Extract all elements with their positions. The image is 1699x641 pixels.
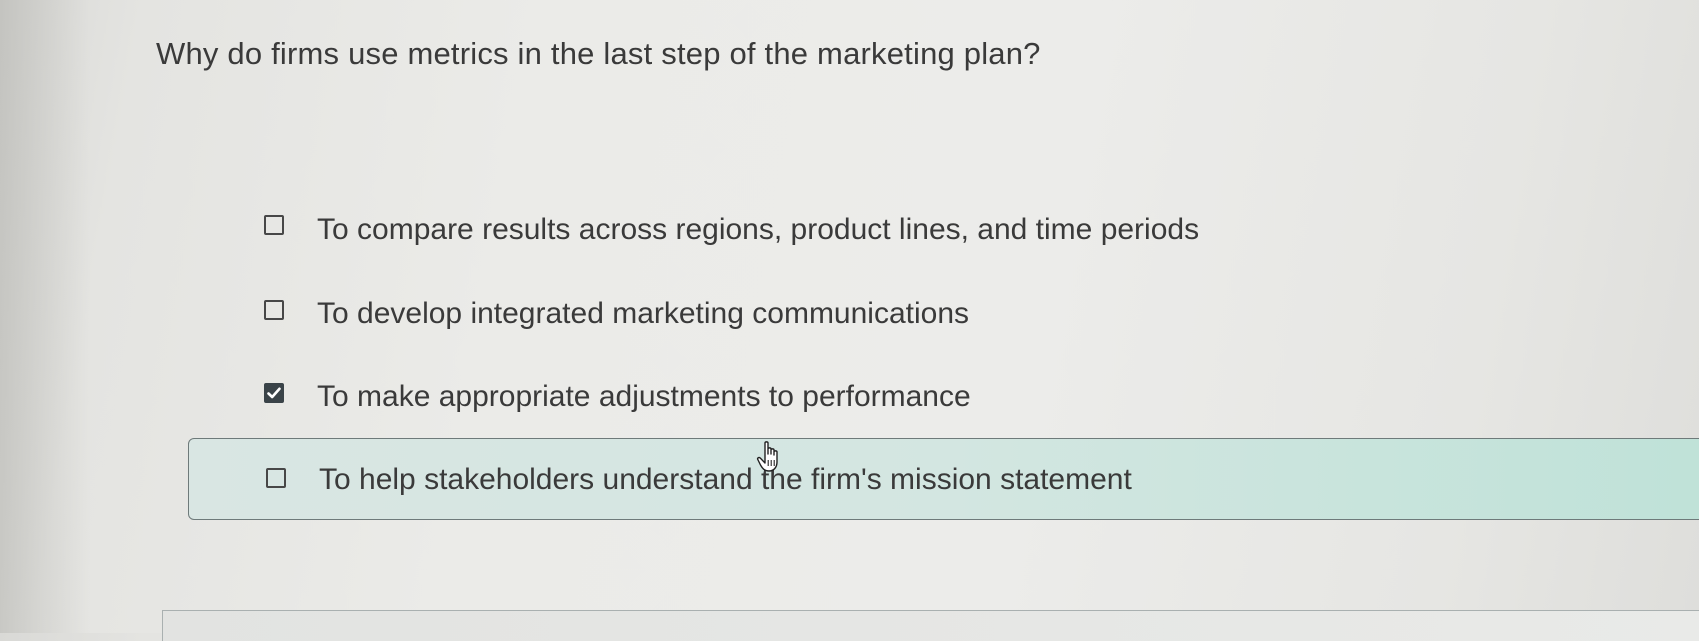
option-2-checkbox[interactable] xyxy=(264,300,284,320)
option-1-label: To compare results across regions, produ… xyxy=(317,213,1200,246)
option-4-checkbox[interactable] xyxy=(266,468,286,488)
answer-options: To compare results across regions, produ… xyxy=(0,0,1699,633)
option-3-label: To make appropriate adjustments to perfo… xyxy=(317,380,971,413)
checkmark-icon xyxy=(267,387,281,399)
bottom-panel-edge xyxy=(162,610,1699,641)
option-1-checkbox[interactable] xyxy=(264,215,284,235)
option-4-label: To help stakeholders understand the firm… xyxy=(319,463,1132,496)
hand-pointer-icon xyxy=(756,441,778,472)
option-3-checkbox[interactable] xyxy=(264,383,284,403)
option-2-label: To develop integrated marketing communic… xyxy=(317,297,970,330)
